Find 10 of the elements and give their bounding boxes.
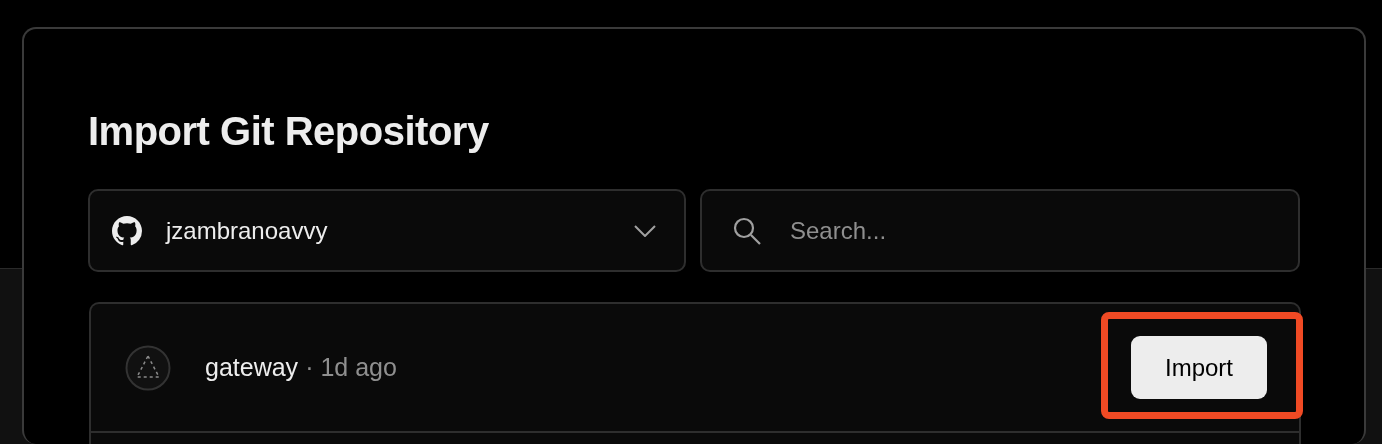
import-button[interactable]: Import bbox=[1131, 336, 1267, 399]
repo-updated-time: · 1d ago bbox=[305, 351, 398, 383]
repo-name: gateway bbox=[205, 351, 299, 383]
search-icon bbox=[732, 216, 762, 246]
chevron-down-icon bbox=[634, 224, 656, 237]
search-field[interactable]: Search... bbox=[700, 189, 1300, 272]
github-icon bbox=[112, 215, 142, 246]
panel-title: Import Git Repository bbox=[88, 108, 490, 155]
account-dropdown[interactable]: jzambranoavvy bbox=[88, 189, 686, 272]
account-name: jzambranoavvy bbox=[166, 215, 329, 246]
